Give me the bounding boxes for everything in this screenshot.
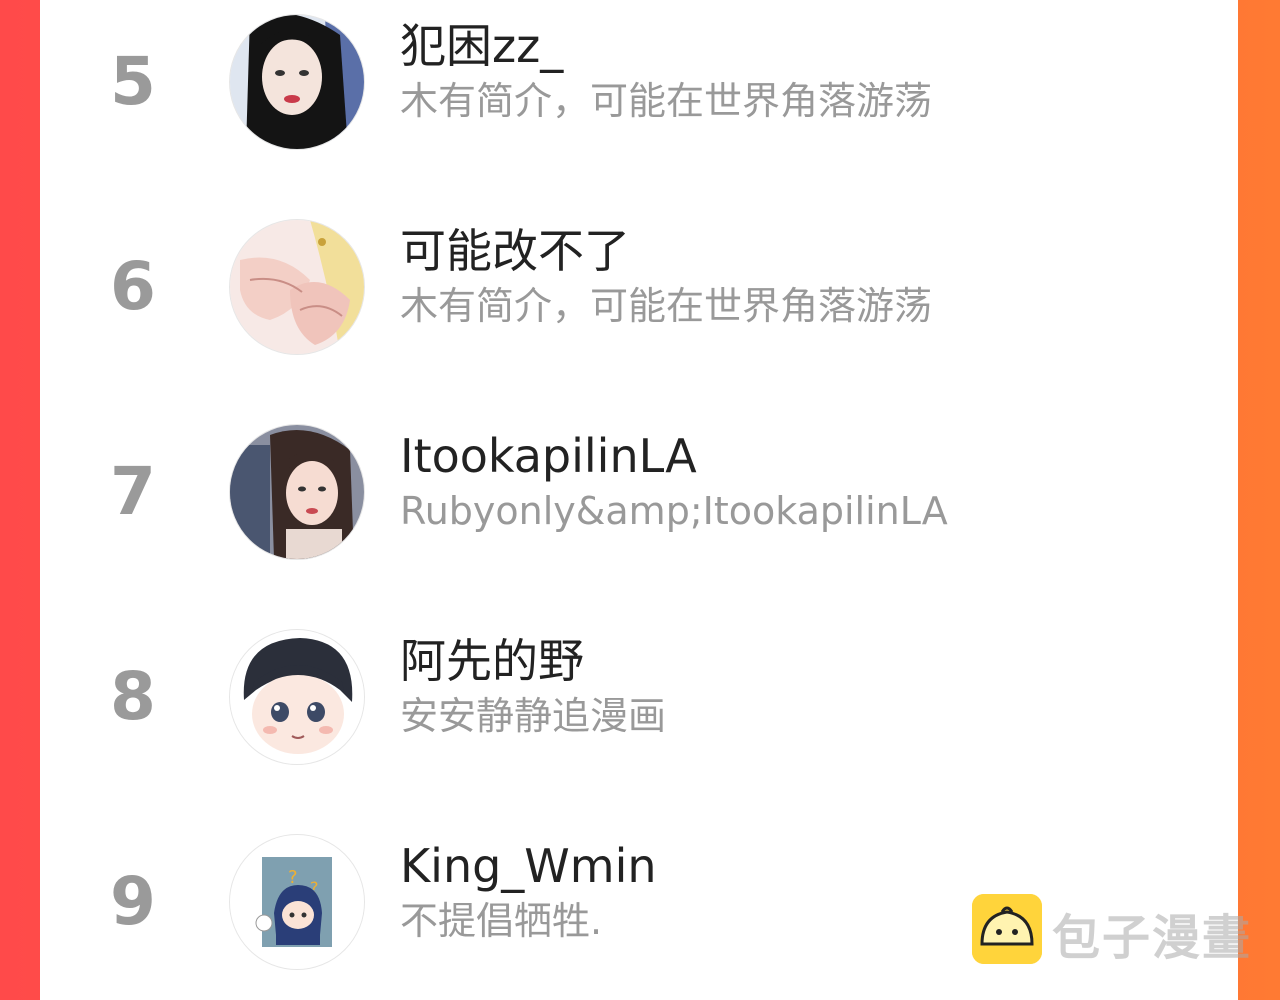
user-name[interactable]: 犯困zz_ (400, 18, 563, 74)
avatar-anime-hands-icon (230, 220, 364, 354)
user-bio: 木有简介，可能在世界角落游荡 (400, 79, 933, 123)
rank-number: 7 (110, 453, 156, 530)
user-bio: 木有简介，可能在世界角落游荡 (400, 284, 933, 328)
ranking-row[interactable]: 8 阿先的野 安安静静追漫画 (40, 615, 1238, 775)
user-bio: Rubyonly&amp;ItookapilinLA (400, 489, 948, 533)
user-name[interactable]: 阿先的野 (400, 633, 584, 689)
avatar-chibi-confused-icon: ? ? (230, 835, 364, 969)
user-avatar[interactable] (229, 424, 365, 560)
avatar-portrait-girl-icon (230, 425, 364, 559)
ranking-row[interactable]: 7 ItookapilinLA Rubyonly&amp;Itookapilin… (40, 410, 1238, 570)
user-name[interactable]: 可能改不了 (400, 223, 630, 279)
rank-number: 5 (110, 43, 156, 120)
user-bio: 不提倡牺牲. (400, 899, 603, 943)
user-name[interactable]: ItookapilinLA (400, 428, 697, 484)
user-bio: 安安静静追漫画 (400, 694, 667, 738)
watermark-text: 包子漫畫 (1052, 910, 1253, 966)
user-avatar[interactable] (229, 219, 365, 355)
user-avatar[interactable] (229, 629, 365, 765)
user-avatar[interactable] (229, 14, 365, 150)
bun-logo-icon (972, 894, 1042, 964)
user-avatar[interactable]: ? ? (229, 834, 365, 970)
ranking-row[interactable]: 6 可能改不了 木有简介，可能在世界角落游荡 (40, 205, 1238, 365)
user-name[interactable]: King_Wmin (400, 838, 657, 894)
ranking-row[interactable]: 5 犯困zz_ 木有简介，可能在世界角落游荡 (40, 0, 1238, 160)
rank-number: 6 (110, 248, 156, 325)
ranking-list: 5 犯困zz_ 木有简介，可能在世界角落游荡 6 可能改不了 木有简介，可能在世… (40, 0, 1238, 1000)
svg-text:?: ? (288, 867, 298, 888)
rank-number: 8 (110, 658, 156, 735)
rank-number: 9 (110, 863, 156, 940)
avatar-chibi-boy-icon (230, 630, 364, 764)
avatar-dark-hair-girl-icon (230, 15, 364, 149)
